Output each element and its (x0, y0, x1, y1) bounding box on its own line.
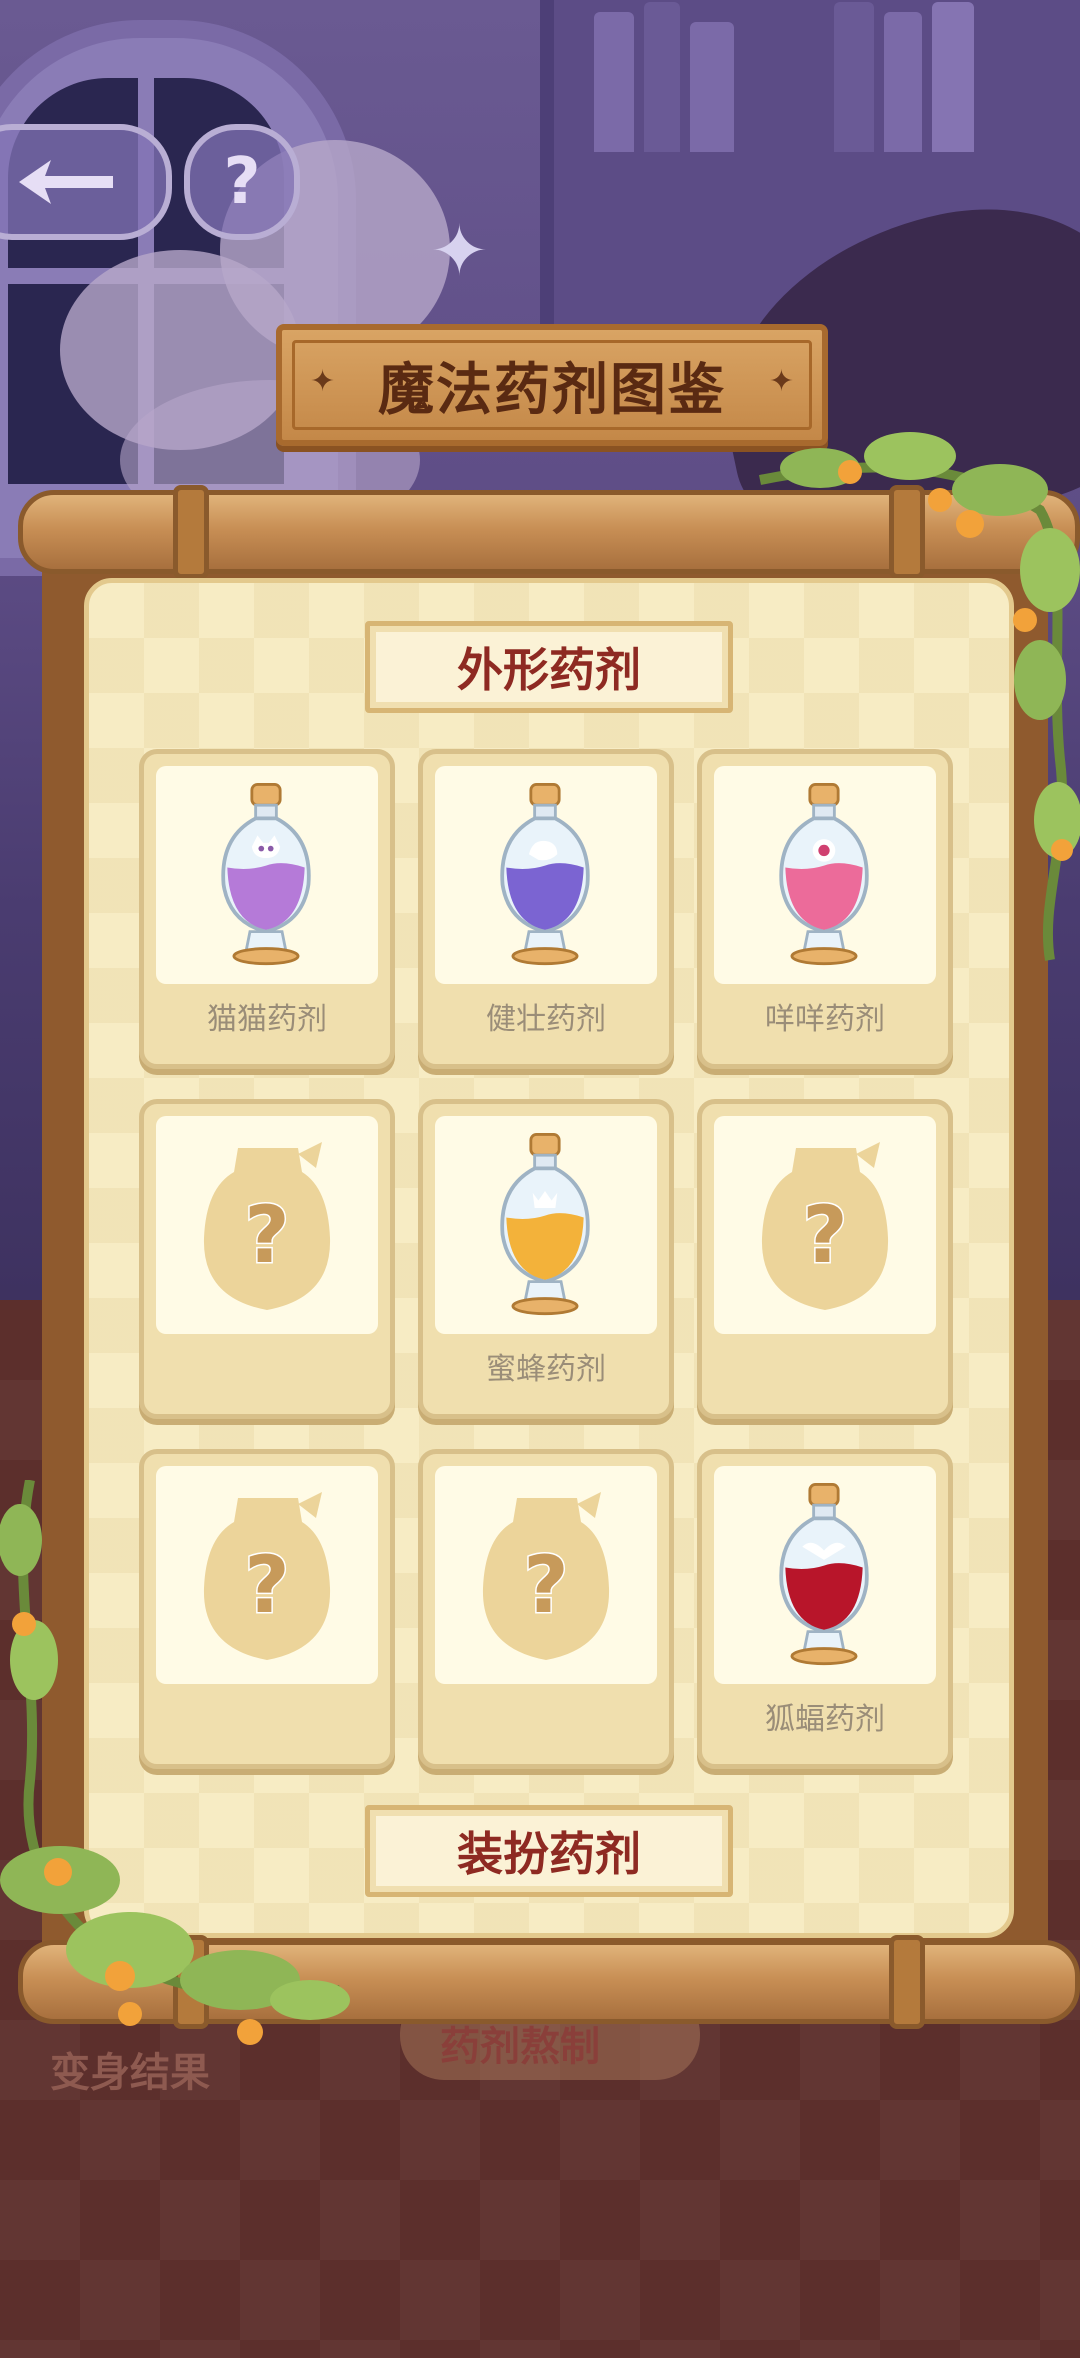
potion-card-locked[interactable]: ? (139, 1099, 395, 1419)
potion-card[interactable]: 狐蝠药剂 (697, 1449, 953, 1769)
svg-text:?: ? (523, 1541, 568, 1631)
help-icon: ? (223, 145, 261, 219)
potion-name: 猫猫药剂 (207, 1002, 327, 1037)
potion-card[interactable]: 蜜蜂药剂 (418, 1099, 674, 1419)
vine-decor-right (759, 432, 1080, 961)
section-title: 外形药剂 (457, 643, 641, 697)
potion-card[interactable]: 猫猫药剂 (139, 749, 395, 1069)
potion-card[interactable]: 健壮药剂 (418, 749, 674, 1069)
potion-slot (435, 766, 657, 984)
section-title: 装扮药剂 (457, 1827, 641, 1881)
unknown-potion-icon: ? (203, 1142, 331, 1310)
svg-text:?: ? (244, 1191, 289, 1281)
potion-name: 狐蝠药剂 (765, 1702, 885, 1737)
potion-slot (714, 1466, 936, 1684)
potion-name: 咩咩药剂 (765, 1002, 885, 1037)
vine-decor-left (0, 1480, 350, 2045)
potion-bottle-icon (500, 1133, 590, 1316)
diamond-icon: ✦ (768, 364, 794, 399)
potion-slot: ? (156, 1116, 378, 1334)
diamond-icon: ✦ (310, 364, 336, 399)
unknown-potion-icon: ? (761, 1142, 889, 1310)
potion-slot (156, 766, 378, 984)
potion-slot: ? (714, 1116, 936, 1334)
potion-bottle-icon (221, 783, 311, 966)
unknown-potion-icon: ? (482, 1492, 610, 1660)
potion-name: 蜜蜂药剂 (486, 1352, 606, 1387)
potion-slot: ? (435, 1466, 657, 1684)
arrow-back-icon (19, 160, 113, 204)
sparkle-icon: ✦ (430, 210, 489, 292)
potion-name: 健壮药剂 (486, 1002, 606, 1037)
section-header-costume: 装扮药剂 (365, 1805, 733, 1897)
potion-card-locked[interactable]: ? (418, 1449, 674, 1769)
back-button[interactable] (0, 124, 172, 240)
page-title: 魔法药剂图鉴 (378, 357, 726, 423)
section-header-appearance: 外形药剂 (365, 621, 733, 713)
potion-card-locked[interactable]: ? (697, 1099, 953, 1419)
potion-bottle-icon (779, 1483, 869, 1666)
svg-text:?: ? (802, 1191, 847, 1281)
help-button[interactable]: ? (184, 124, 300, 240)
potion-slot (435, 1116, 657, 1334)
potion-bottle-icon (500, 783, 590, 966)
